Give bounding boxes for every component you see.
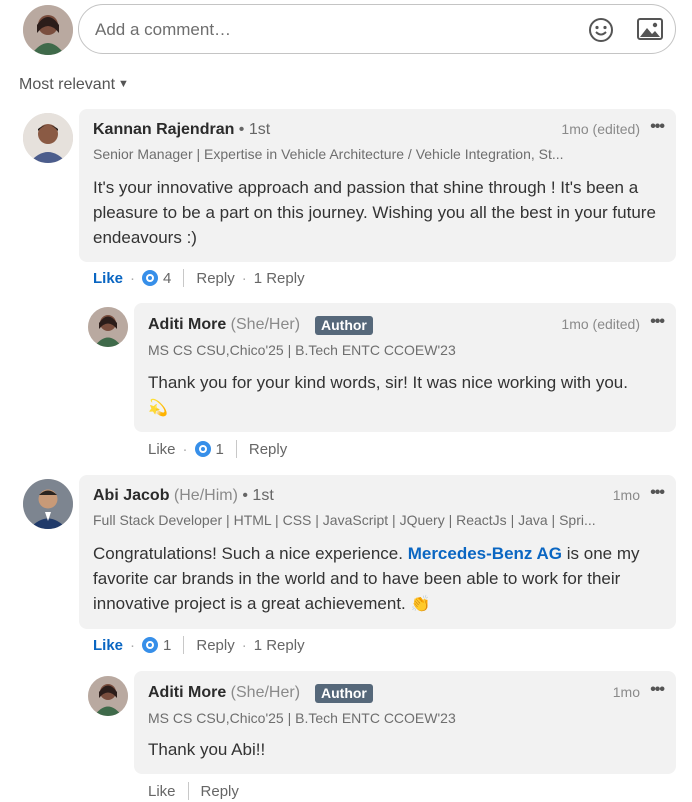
- reply-author-headline: MS CS CSU,Chico'25 | B.Tech ENTC CCOEW'2…: [148, 342, 456, 358]
- image-icon[interactable]: [637, 18, 663, 40]
- pronouns: (She/Her): [230, 684, 301, 701]
- comment-actions: Like · 4 Reply · 1 Reply: [93, 269, 305, 287]
- reply-button[interactable]: Reply: [201, 783, 239, 800]
- pronouns: (He/Him): [173, 487, 238, 504]
- commenter-name[interactable]: Kannan Rajendran • 1st: [93, 121, 270, 139]
- like-button[interactable]: Like: [148, 783, 176, 800]
- separator-dot: ·: [241, 269, 247, 287]
- comment-composer[interactable]: [78, 4, 676, 54]
- like-reaction-icon: [142, 637, 159, 653]
- reply-bubble: Aditi More (She/Her) Author 1mo ••• MS C…: [134, 671, 676, 774]
- comment-timestamp: 1mo: [612, 487, 640, 503]
- current-user-avatar[interactable]: [23, 5, 73, 55]
- reply-text: Thank you Abi!!: [148, 740, 266, 759]
- reply-author-avatar[interactable]: [88, 307, 128, 347]
- pronouns: (She/Her): [230, 316, 301, 333]
- reply-timestamp: 1mo: [612, 684, 640, 700]
- reply-author-name[interactable]: Aditi More (She/Her): [148, 684, 300, 702]
- comment-text: It's your innovative approach and passio…: [93, 178, 656, 247]
- dizzy-emoji-icon: 💫: [148, 400, 168, 417]
- divider: [187, 782, 189, 800]
- reply-button[interactable]: Reply: [196, 270, 234, 287]
- reply-author-headline: MS CS CSU,Chico'25 | B.Tech ENTC CCOEW'2…: [148, 710, 456, 726]
- separator-dot: ·: [182, 440, 188, 458]
- comment-text-part: Congratulations! Such a nice experience.: [93, 544, 408, 563]
- reaction-count[interactable]: 1: [163, 637, 171, 654]
- caret-down-icon: ▼: [118, 78, 129, 90]
- reply-button[interactable]: Reply: [249, 441, 287, 458]
- more-options-icon[interactable]: •••: [650, 118, 665, 136]
- author-badge: Author: [315, 316, 373, 335]
- emoji-icon[interactable]: [588, 17, 614, 43]
- reply-timestamp: 1mo (edited): [561, 316, 640, 332]
- reply-author-avatar[interactable]: [88, 676, 128, 716]
- more-options-icon[interactable]: •••: [650, 484, 665, 502]
- reply-author-name-text[interactable]: Aditi More: [148, 316, 226, 333]
- connection-degree: • 1st: [237, 487, 274, 504]
- commenter-avatar[interactable]: [23, 479, 73, 529]
- divider: [183, 269, 185, 287]
- reply-author-name[interactable]: Aditi More (She/Her): [148, 316, 300, 334]
- separator-dot: ·: [130, 269, 136, 287]
- author-badge: Author: [315, 684, 373, 703]
- comment-text: Congratulations! Such a nice experience.…: [93, 541, 663, 617]
- commenter-name-text[interactable]: Abi Jacob: [93, 487, 169, 504]
- reply-actions: Like Reply: [148, 782, 239, 800]
- more-options-icon[interactable]: •••: [650, 681, 665, 699]
- comment-bubble: Abi Jacob (He/Him) • 1st 1mo ••• Full St…: [79, 475, 676, 629]
- divider: [235, 440, 237, 458]
- reaction-count[interactable]: 1: [216, 441, 224, 458]
- divider: [183, 636, 185, 654]
- commenter-headline: Full Stack Developer | HTML | CSS | Java…: [93, 512, 596, 528]
- like-button[interactable]: Like: [93, 270, 123, 287]
- like-reaction-icon: [142, 270, 159, 286]
- like-button[interactable]: Like: [148, 441, 176, 458]
- commenter-name-text[interactable]: Kannan Rajendran: [93, 121, 234, 138]
- comment-input[interactable]: [93, 13, 567, 47]
- comment-actions: Like · 1 Reply · 1 Reply: [93, 636, 305, 654]
- separator-dot: ·: [241, 636, 247, 654]
- reply-button[interactable]: Reply: [196, 637, 234, 654]
- sort-dropdown[interactable]: Most relevant ▼: [19, 76, 129, 94]
- more-options-icon[interactable]: •••: [650, 313, 665, 331]
- comment-timestamp: 1mo (edited): [561, 121, 640, 137]
- sort-label: Most relevant: [19, 76, 116, 93]
- commenter-name[interactable]: Abi Jacob (He/Him) • 1st: [93, 487, 274, 505]
- reply-actions: Like · 1 Reply: [148, 440, 287, 458]
- like-reaction-icon: [194, 441, 211, 457]
- clapping-emoji-icon: 👏: [410, 596, 431, 613]
- reply-author-name-text[interactable]: Aditi More: [148, 684, 226, 701]
- company-mention-link[interactable]: Mercedes-Benz AG: [408, 544, 562, 563]
- like-button[interactable]: Like: [93, 637, 123, 654]
- commenter-headline: Senior Manager | Expertise in Vehicle Ar…: [93, 146, 564, 162]
- reply-text: Thank you for your kind words, sir! It w…: [148, 370, 663, 421]
- reply-text-body: Thank you for your kind words, sir! It w…: [148, 373, 628, 392]
- commenter-avatar[interactable]: [23, 113, 73, 163]
- comment-bubble: Kannan Rajendran • 1st 1mo (edited) ••• …: [79, 109, 676, 262]
- replies-count[interactable]: 1 Reply: [254, 270, 305, 287]
- replies-count[interactable]: 1 Reply: [254, 637, 305, 654]
- reaction-count[interactable]: 4: [163, 270, 171, 287]
- connection-degree: • 1st: [234, 121, 271, 138]
- separator-dot: ·: [130, 636, 136, 654]
- reply-bubble: Aditi More (She/Her) Author 1mo (edited)…: [134, 303, 676, 432]
